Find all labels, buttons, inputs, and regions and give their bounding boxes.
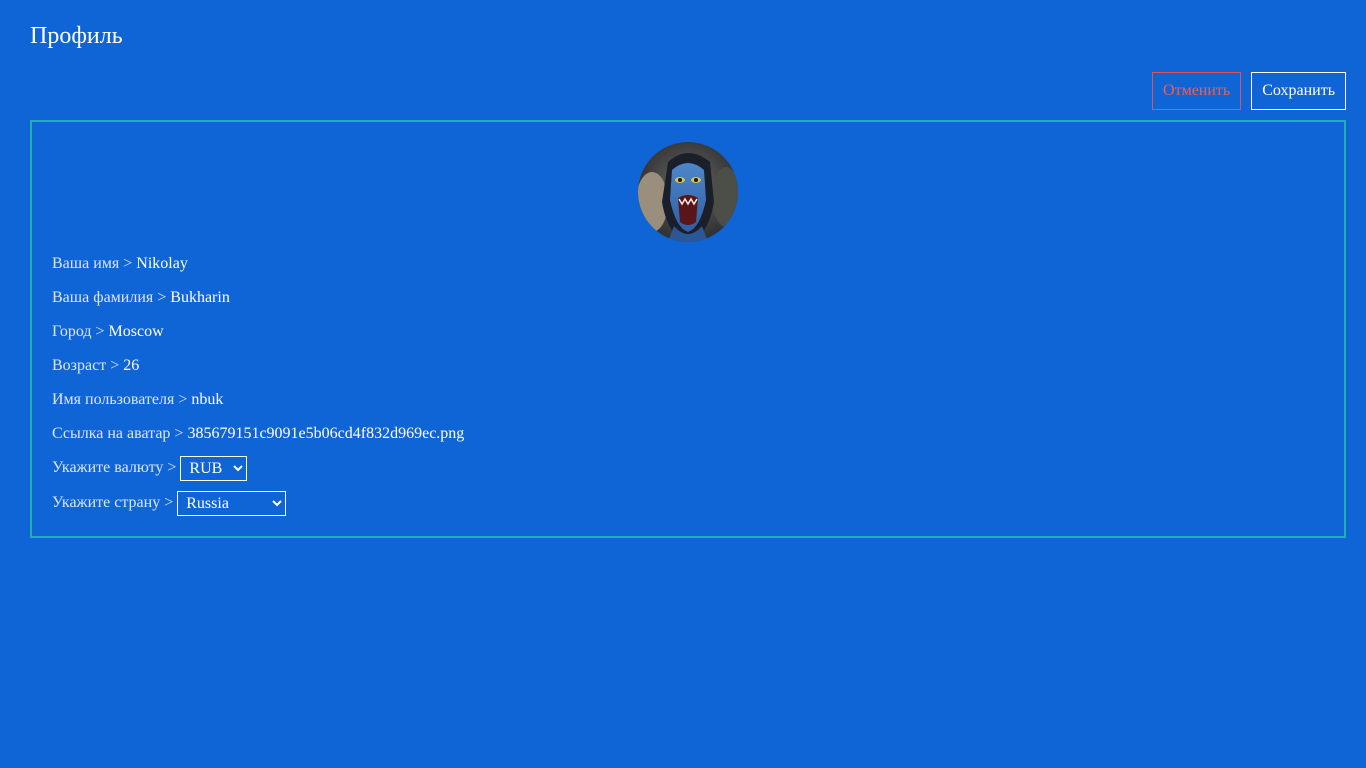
page-title: Профиль bbox=[30, 23, 123, 49]
username-label: Имя пользователя > bbox=[52, 391, 192, 408]
age-label: Возраст > bbox=[52, 357, 124, 374]
city-value: Moscow bbox=[108, 323, 164, 340]
first-name-label: Ваша имя > bbox=[52, 255, 137, 272]
first-name-value: Nikolay bbox=[136, 255, 188, 272]
profile-card: Ваша имя > Nikolay Ваша фамилия > Bukhar… bbox=[30, 120, 1346, 538]
avatar-link-label: Ссылка на аватар > bbox=[52, 425, 188, 442]
profile-fields: Ваша имя > Nikolay Ваша фамилия > Bukhar… bbox=[52, 252, 464, 526]
avatar-link-row: Ссылка на аватар > 385679151c9091e5b06cd… bbox=[52, 422, 464, 456]
age-row: Возраст > 26 bbox=[52, 354, 464, 388]
username-row: Имя пользователя > nbuk bbox=[52, 388, 464, 422]
save-button[interactable]: Сохранить bbox=[1251, 72, 1346, 110]
last-name-row: Ваша фамилия > Bukharin bbox=[52, 286, 464, 320]
age-value: 26 bbox=[123, 357, 140, 374]
country-select[interactable]: Russia bbox=[177, 491, 287, 516]
first-name-row: Ваша имя > Nikolay bbox=[52, 252, 464, 286]
currency-select[interactable]: RUB bbox=[180, 456, 248, 481]
city-row: Город > Moscow bbox=[52, 320, 464, 354]
city-label: Город > bbox=[52, 323, 109, 340]
avatar-link-value: 385679151c9091e5b06cd4f832d969ec.png bbox=[187, 425, 465, 442]
country-label: Укажите страну > bbox=[52, 494, 178, 512]
avatar-image bbox=[638, 142, 738, 242]
cancel-button[interactable]: Отменить bbox=[1152, 72, 1242, 110]
currency-row: Укажите валюту > RUB bbox=[52, 456, 464, 491]
currency-label: Укажите валюту > bbox=[52, 459, 181, 477]
toolbar: Отменить Сохранить bbox=[1152, 72, 1346, 110]
avatar bbox=[638, 142, 738, 242]
username-value: nbuk bbox=[191, 391, 224, 408]
last-name-label: Ваша фамилия > bbox=[52, 289, 171, 306]
country-row: Укажите страну > Russia bbox=[52, 491, 464, 526]
last-name-value: Bukharin bbox=[170, 289, 230, 306]
